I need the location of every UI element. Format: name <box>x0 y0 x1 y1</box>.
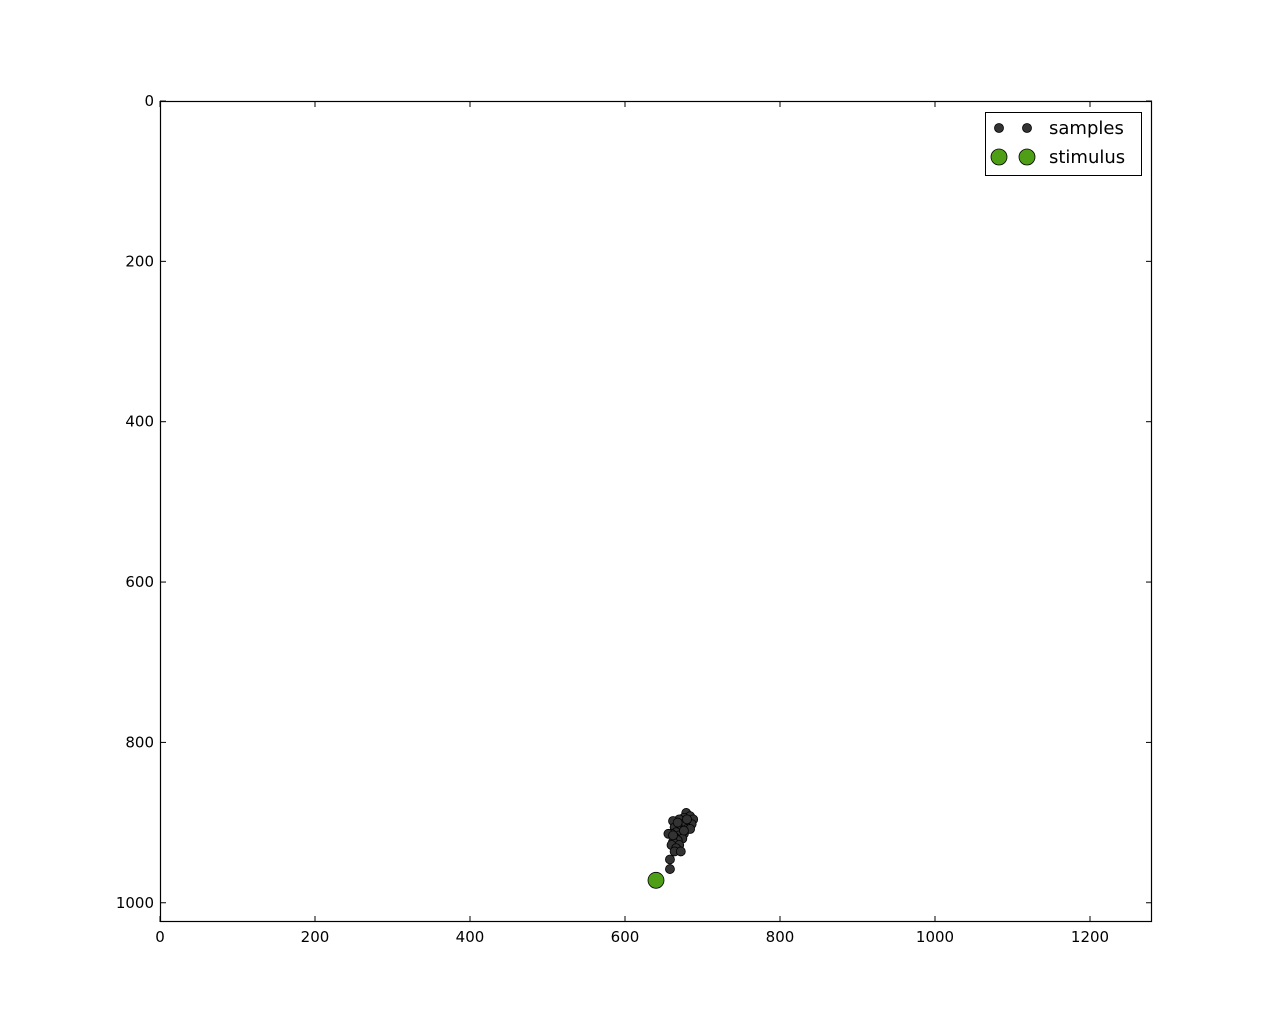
x-tick-label: 200 <box>301 928 330 946</box>
legend-marker-samples <box>1022 123 1032 133</box>
samples-point <box>665 854 675 865</box>
legend: samples stimulus <box>985 112 1142 176</box>
samples-point <box>665 864 675 874</box>
x-tick-label: 1000 <box>916 928 954 946</box>
samples-point <box>679 825 689 836</box>
x-tick-label: 400 <box>456 928 485 946</box>
y-tick-label: 600 <box>125 573 154 591</box>
x-tick-label: 1200 <box>1071 928 1109 946</box>
samples-point <box>672 817 683 828</box>
y-tick-label: 800 <box>125 733 154 751</box>
legend-label-samples: samples <box>1049 118 1124 139</box>
legend-marker-stimulus <box>1018 148 1036 166</box>
x-tick-label: 0 <box>155 928 165 946</box>
legend-marker-samples <box>994 123 1004 133</box>
y-tick-label: 0 <box>144 92 154 110</box>
samples-point <box>682 814 692 825</box>
x-tick-label: 800 <box>766 928 795 946</box>
stimulus-point <box>647 871 665 889</box>
y-tick-label: 1000 <box>116 894 154 912</box>
y-tick-label: 200 <box>125 252 154 270</box>
x-tick-label: 600 <box>611 928 640 946</box>
legend-marker-stimulus <box>990 148 1008 166</box>
figure: 0 200 400 600 800 1000 1200 0 200 400 600 800 1000 … <box>0 0 1280 1024</box>
samples-point <box>675 846 686 857</box>
legend-label-stimulus: stimulus <box>1049 147 1125 168</box>
scatter-chart: 0 200 400 600 800 1000 1200 02004006008001000 … <box>116 92 1153 946</box>
y-tick-label: 400 <box>125 413 154 431</box>
plot-area <box>159 100 1153 923</box>
samples-point <box>668 830 678 841</box>
